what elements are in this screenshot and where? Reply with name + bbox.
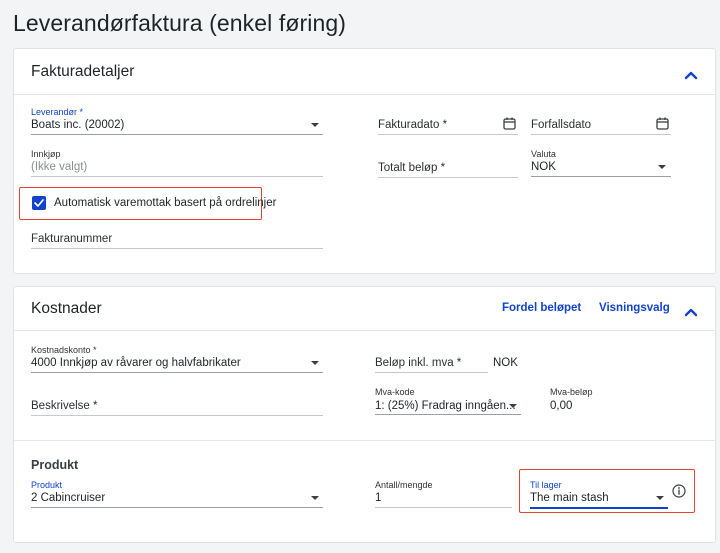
supplier-label: Leverandør *	[31, 107, 84, 117]
supplier-field[interactable]: Leverandør * Boats inc. (20002)	[31, 107, 323, 135]
purchase-label: Innkjøp	[31, 149, 61, 159]
product-value: 2 Cabincruiser	[31, 492, 106, 504]
calendar-icon[interactable]	[503, 117, 516, 135]
page-title: Leverandørfaktura (enkel føring)	[13, 10, 347, 36]
supplier-underline	[31, 134, 323, 135]
vat-amount-label: Mva-beløp	[550, 387, 593, 397]
costs-title: Kostnader	[31, 300, 102, 317]
currency-dropdown-caret-icon	[658, 165, 666, 169]
invoice-details-title: Fakturadetaljer	[31, 63, 135, 80]
vat-code-label: Mva-kode	[375, 387, 415, 397]
product-label: Produkt	[31, 480, 63, 490]
section-divider	[14, 440, 715, 441]
to-stock-label: Til lager	[530, 480, 562, 490]
quantity-value: 1	[375, 492, 382, 504]
calendar-icon[interactable]	[656, 117, 669, 135]
due-date-underline	[531, 134, 671, 135]
vat-code-value: 1: (25%) Fradrag inngåen...	[375, 400, 516, 412]
total-amount-underline	[378, 177, 518, 178]
vat-code-dropdown-caret-icon	[509, 404, 517, 408]
costs-card: Kostnader Fordel beløpet Visningsvalg Ko…	[13, 286, 716, 543]
invoice-details-card: Fakturadetaljer Leverandør * Boats inc. …	[13, 48, 716, 274]
info-icon[interactable]	[672, 484, 686, 503]
description-underline	[31, 415, 323, 416]
to-stock-underline	[530, 507, 668, 509]
cost-account-value: 4000 Innkjøp av råvarer og halvfabrikate…	[31, 357, 241, 369]
card-divider	[14, 330, 715, 331]
quantity-underline	[375, 507, 512, 508]
invoice-date-placeholder: Fakturadato *	[378, 119, 448, 131]
amount-incl-vat-field[interactable]: Beløp inkl. mva *	[375, 357, 488, 373]
distribute-amount-button[interactable]: Fordel beløpet	[502, 302, 581, 314]
product-field[interactable]: Produkt 2 Cabincruiser	[31, 480, 323, 508]
card-divider	[14, 94, 715, 95]
amount-incl-vat-underline	[375, 372, 488, 373]
product-underline	[31, 507, 323, 508]
supplier-dropdown-caret-icon	[311, 123, 319, 127]
description-placeholder: Beskrivelse *	[31, 400, 98, 412]
supplier-value: Boats inc. (20002)	[31, 119, 125, 131]
vat-amount-field: Mva-beløp 0,00	[550, 387, 630, 413]
collapse-chevron-icon[interactable]	[684, 67, 698, 85]
total-amount-field[interactable]: Totalt beløp *	[378, 162, 518, 178]
amount-incl-vat-placeholder: Beløp inkl. mva *	[375, 357, 462, 369]
cost-account-field[interactable]: Kostnadskonto * 4000 Innkjøp av råvarer …	[31, 345, 323, 373]
to-stock-highlight: Til lager The main stash	[519, 469, 695, 513]
collapse-chevron-icon[interactable]	[684, 304, 698, 322]
invoice-date-underline	[378, 134, 518, 135]
total-amount-placeholder: Totalt beløp *	[378, 162, 446, 174]
auto-receipt-label[interactable]: Automatisk varemottak basert på ordrelin…	[54, 197, 276, 209]
purchase-field[interactable]: Innkjøp (Ikke valgt)	[31, 149, 323, 177]
quantity-field[interactable]: Antall/mengde 1	[375, 480, 512, 508]
purchase-underline	[31, 176, 323, 177]
invoice-number-field[interactable]: Fakturanummer	[31, 233, 323, 249]
checkmark-icon	[34, 199, 44, 207]
auto-receipt-highlight: Automatisk varemottak basert på ordrelin…	[19, 187, 276, 220]
cost-account-dropdown-caret-icon	[311, 361, 319, 365]
cost-account-label: Kostnadskonto *	[31, 345, 97, 355]
invoice-date-field[interactable]: Fakturadato *	[378, 117, 518, 135]
auto-receipt-checkbox[interactable]	[32, 196, 46, 210]
to-stock-field[interactable]: Til lager The main stash	[530, 480, 668, 509]
currency-value: NOK	[531, 161, 556, 173]
to-stock-value: The main stash	[530, 492, 609, 504]
due-date-placeholder: Forfallsdato	[531, 119, 592, 131]
to-stock-dropdown-caret-icon	[656, 496, 664, 500]
product-section-title: Produkt	[31, 458, 79, 472]
description-field[interactable]: Beskrivelse *	[31, 400, 323, 416]
cost-account-underline	[31, 372, 323, 373]
purchase-value: (Ikke valgt)	[31, 161, 88, 173]
currency-underline	[531, 176, 671, 177]
vat-code-field[interactable]: Mva-kode 1: (25%) Fradrag inngåen...	[375, 387, 521, 415]
invoice-number-placeholder: Fakturanummer	[31, 233, 113, 245]
amount-currency-unit: NOK	[493, 357, 518, 369]
currency-label: Valuta	[531, 149, 556, 159]
invoice-number-underline	[31, 248, 323, 249]
vat-amount-value: 0,00	[550, 400, 573, 412]
product-dropdown-caret-icon	[311, 496, 319, 500]
due-date-field[interactable]: Forfallsdato	[531, 117, 671, 135]
vat-code-underline	[375, 414, 521, 415]
currency-field[interactable]: Valuta NOK	[531, 149, 671, 177]
quantity-label: Antall/mengde	[375, 480, 433, 490]
view-options-button[interactable]: Visningsvalg	[599, 302, 670, 314]
